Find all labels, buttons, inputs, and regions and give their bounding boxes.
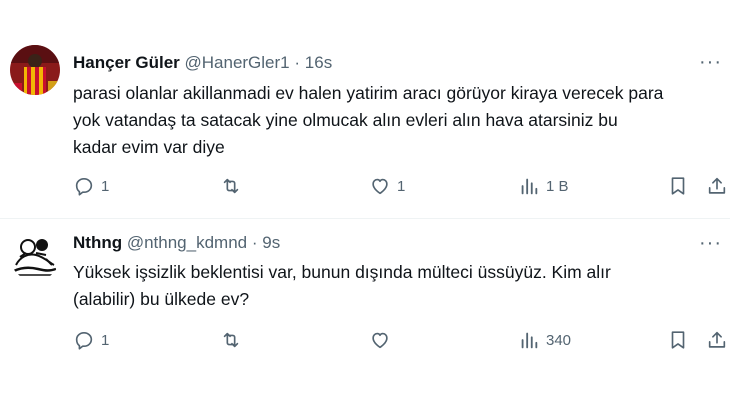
tweet-2[interactable]: Nthng @nthng_kdmnd · 9s ··· Yüksek işsiz… <box>0 219 730 420</box>
views-button[interactable]: 1 B <box>518 173 569 199</box>
reply-count: 1 <box>101 177 110 195</box>
tweet-text-line: yok vatandaş ta satacak yine olmucak alı… <box>73 110 618 130</box>
tweet-1[interactable]: Hançer Güler @HanerGler1 · 16s ··· paras… <box>0 0 730 219</box>
retweet-icon <box>223 332 239 348</box>
views-button[interactable]: 340 <box>518 327 571 353</box>
bookmark-icon <box>671 177 685 195</box>
tweet-header: Hançer Güler @HanerGler1 · 16s <box>73 53 332 73</box>
separator: · <box>251 233 258 252</box>
share-icon <box>708 177 726 194</box>
retweet-icon <box>223 178 239 194</box>
tweet-text: parasi olanlar akillanmadi ev halen yati… <box>73 80 723 161</box>
heart-icon <box>372 332 388 349</box>
timestamp[interactable]: 16s <box>305 53 332 72</box>
bookmark-button[interactable] <box>667 173 689 199</box>
author-handle[interactable]: @nthng_kdmnd <box>127 233 247 252</box>
share-button[interactable] <box>706 327 728 353</box>
heart-icon <box>372 178 388 195</box>
share-icon <box>708 331 726 348</box>
tweet-text-line: parasi olanlar akillanmadi ev halen yati… <box>73 83 664 103</box>
more-options-icon[interactable]: ··· <box>699 233 722 253</box>
tweet-actions: 1 340 <box>0 327 730 353</box>
share-button[interactable] <box>706 173 728 199</box>
avatar[interactable] <box>10 45 60 95</box>
tweet-text-line: kadar evim var diye <box>73 137 225 157</box>
view-count: 340 <box>546 331 572 349</box>
view-count: 1 B <box>546 177 569 195</box>
retweet-button[interactable] <box>220 327 248 353</box>
reply-icon <box>75 332 93 350</box>
reply-button[interactable]: 1 <box>73 327 109 353</box>
more-options-icon[interactable]: ··· <box>699 52 722 72</box>
bookmark-button[interactable] <box>667 327 689 353</box>
timestamp[interactable]: 9s <box>262 233 280 252</box>
like-button[interactable] <box>369 327 397 353</box>
avatar[interactable] <box>10 231 60 281</box>
views-chart-icon <box>521 332 538 349</box>
author-name[interactable]: Hançer Güler <box>73 53 180 72</box>
reply-count: 1 <box>101 331 110 349</box>
tweet-text-line: (alabilir) bu ülkede ev? <box>73 289 250 309</box>
reply-button[interactable]: 1 <box>73 173 109 199</box>
tweet-actions: 1 1 1 B <box>0 173 730 199</box>
bookmark-icon <box>671 331 685 349</box>
author-handle[interactable]: @HanerGler1 <box>185 53 290 72</box>
retweet-button[interactable] <box>220 173 248 199</box>
views-chart-icon <box>521 178 538 195</box>
tweet-text-line: Yüksek işsizlik beklentisi var, bunun dı… <box>73 262 611 282</box>
tweet-header: Nthng @nthng_kdmnd · 9s <box>73 233 280 253</box>
reply-icon <box>75 178 93 196</box>
like-button[interactable]: 1 <box>369 173 405 199</box>
tweet-text: Yüksek işsizlik beklentisi var, bunun dı… <box>73 259 723 313</box>
like-count: 1 <box>397 177 406 195</box>
separator: · <box>294 53 301 72</box>
author-name[interactable]: Nthng <box>73 233 122 252</box>
